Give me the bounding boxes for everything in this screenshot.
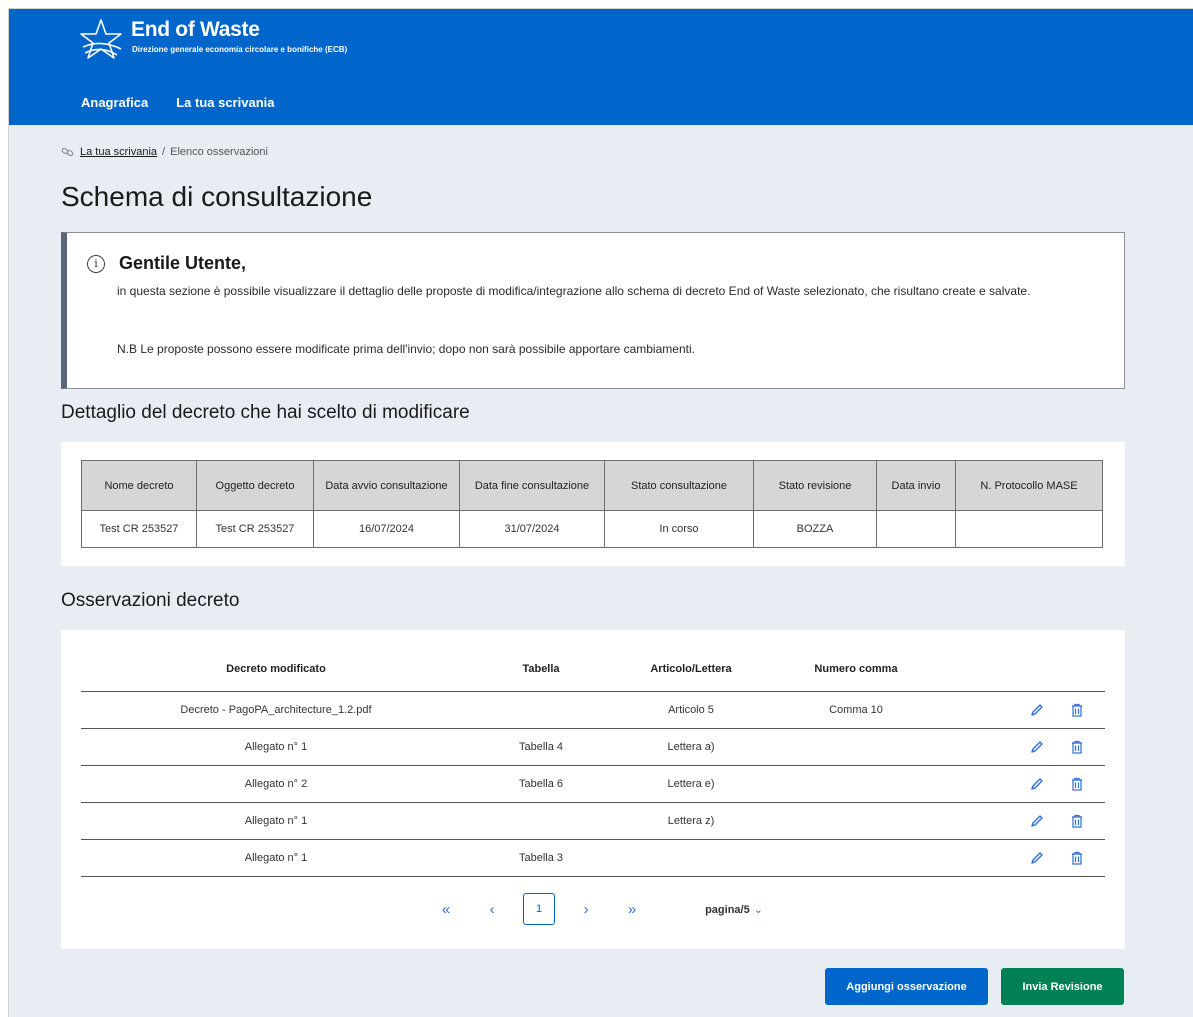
site-header: End of Waste Direzione generale economia… [9,9,1193,125]
cell-nome-decreto: Test CR 253527 [81,510,197,548]
row-actions [941,691,1105,729]
delete-trash-icon[interactable] [1069,702,1091,718]
cell-numero-comma [771,765,941,803]
info-header: i Gentile Utente, [87,253,246,274]
star-logo-icon [80,19,122,59]
cell-protocollo [955,510,1103,548]
link-icon [61,147,74,157]
col-oggetto-decreto: Oggetto decreto [196,460,314,511]
col-protocollo: N. Protocollo MASE [955,460,1103,511]
info-note: N.B Le proposte possono essere modificat… [117,342,695,356]
delete-trash-icon[interactable] [1069,850,1091,866]
nav-item-anagrafica[interactable]: Anagrafica [81,95,148,110]
delete-trash-icon[interactable] [1069,739,1091,755]
col-decreto-modificato: Decreto modificato [81,648,471,692]
observations-card: Decreto modificato Tabella Articolo/Lett… [61,630,1125,949]
edit-pencil-icon[interactable] [1029,739,1051,755]
app-title: End of Waste [131,18,260,41]
cell-decreto-modificato: Allegato n° 2 [81,765,471,803]
col-data-avvio: Data avvio consultazione [313,460,460,511]
cell-decreto-modificato: Allegato n° 1 [81,839,471,877]
cell-tabella [471,691,611,729]
edit-pencil-icon[interactable] [1029,776,1051,792]
observations-heading: Osservazioni decreto [61,590,240,611]
info-icon: i [87,254,105,273]
cell-numero-comma [771,802,941,840]
cell-articolo-lettera: Lettera e) [611,765,771,803]
cell-articolo-lettera: Lettera z) [611,802,771,840]
cell-numero-comma [771,728,941,766]
chevron-down-icon: ⌄ [753,903,763,916]
observations-table: Decreto modificato Tabella Articolo/Lett… [81,648,1105,877]
send-revision-button[interactable]: Invia Revisione [1001,968,1124,1005]
cell-decreto-modificato: Decreto - PagoPA_architecture_1.2.pdf [81,691,471,729]
cell-numero-comma: Comma 10 [771,691,941,729]
cell-numero-comma [771,839,941,877]
pagination: « ‹ 1 › » pagina/5 ⌄ [61,893,1125,925]
edit-pencil-icon[interactable] [1029,850,1051,866]
main-nav: Anagrafica La tua scrivania [81,95,274,110]
cell-articolo-lettera: Articolo 5 [611,691,771,729]
cell-articolo-lettera [611,839,771,877]
table-row: Test CR 253527 Test CR 253527 16/07/2024… [81,510,1103,548]
table-row: Allegato n° 2 Tabella 6 Lettera e) [81,765,1105,803]
col-actions [941,648,1105,692]
table-row: Decreto - PagoPA_architecture_1.2.pdf Art… [81,691,1105,729]
last-page-button[interactable]: » [609,901,655,918]
detail-table: Nome decreto Oggetto decreto Data avvio … [81,460,1103,548]
info-body: in questa sezione è possibile visualizza… [117,284,1031,298]
cell-decreto-modificato: Allegato n° 1 [81,802,471,840]
col-data-invio: Data invio [876,460,956,511]
edit-pencil-icon[interactable] [1029,702,1051,718]
col-numero-comma: Numero comma [771,648,941,692]
info-callout: i Gentile Utente, in questa sezione è po… [61,232,1125,389]
add-observation-button[interactable]: Aggiungi osservazione [825,968,988,1005]
cell-data-fine: 31/07/2024 [459,510,605,548]
cell-articolo-lettera: Lettera a) [611,728,771,766]
cell-decreto-modificato: Allegato n° 1 [81,728,471,766]
breadcrumb: La tua scrivania / Elenco osservazioni [61,146,268,158]
table-row: Allegato n° 1 Tabella 3 [81,839,1105,877]
cell-oggetto-decreto: Test CR 253527 [196,510,314,548]
col-nome-decreto: Nome decreto [81,460,197,511]
cell-tabella: Tabella 6 [471,765,611,803]
info-title: Gentile Utente, [119,253,247,273]
cell-data-invio [876,510,956,548]
prev-page-button[interactable]: ‹ [469,901,515,918]
cell-tabella: Tabella 4 [471,728,611,766]
delete-trash-icon[interactable] [1069,776,1091,792]
cell-data-avvio: 16/07/2024 [313,510,460,548]
next-page-button[interactable]: › [563,901,609,918]
col-tabella: Tabella [471,648,611,692]
detail-heading: Dettaglio del decreto che hai scelto di … [61,402,470,423]
col-articolo-lettera: Articolo/Lettera [611,648,771,692]
detail-card: Nome decreto Oggetto decreto Data avvio … [61,442,1125,566]
app-frame: End of Waste Direzione generale economia… [8,8,1193,1017]
col-data-fine: Data fine consultazione [459,460,605,511]
row-actions [941,839,1105,877]
row-actions [941,765,1105,803]
current-page[interactable]: 1 [523,893,556,925]
breadcrumb-current: Elenco osservazioni [170,146,268,158]
page-title: Schema di consultazione [61,181,373,212]
row-actions [941,802,1105,840]
delete-trash-icon[interactable] [1069,813,1091,829]
col-stato-revisione: Stato revisione [753,460,877,511]
page-select[interactable]: pagina/5 ⌄ [705,903,763,916]
cell-stato-consultazione: In corso [604,510,754,548]
first-page-button[interactable]: « [423,901,469,918]
table-row: Allegato n° 1 Tabella 4 Lettera a) [81,728,1105,766]
app-subtitle: Direzione generale economia circolare e … [132,45,348,54]
cell-tabella [471,802,611,840]
breadcrumb-link-scrivania[interactable]: La tua scrivania [80,146,157,158]
cell-stato-revisione: BOZZA [753,510,877,548]
table-row: Allegato n° 1 Lettera z) [81,802,1105,840]
col-stato-consultazione: Stato consultazione [604,460,754,511]
breadcrumb-separator: / [162,146,166,158]
edit-pencil-icon[interactable] [1029,813,1051,829]
nav-item-scrivania[interactable]: La tua scrivania [176,95,274,110]
page-select-label: pagina/5 [705,903,750,916]
cell-tabella: Tabella 3 [471,839,611,877]
row-actions [941,728,1105,766]
